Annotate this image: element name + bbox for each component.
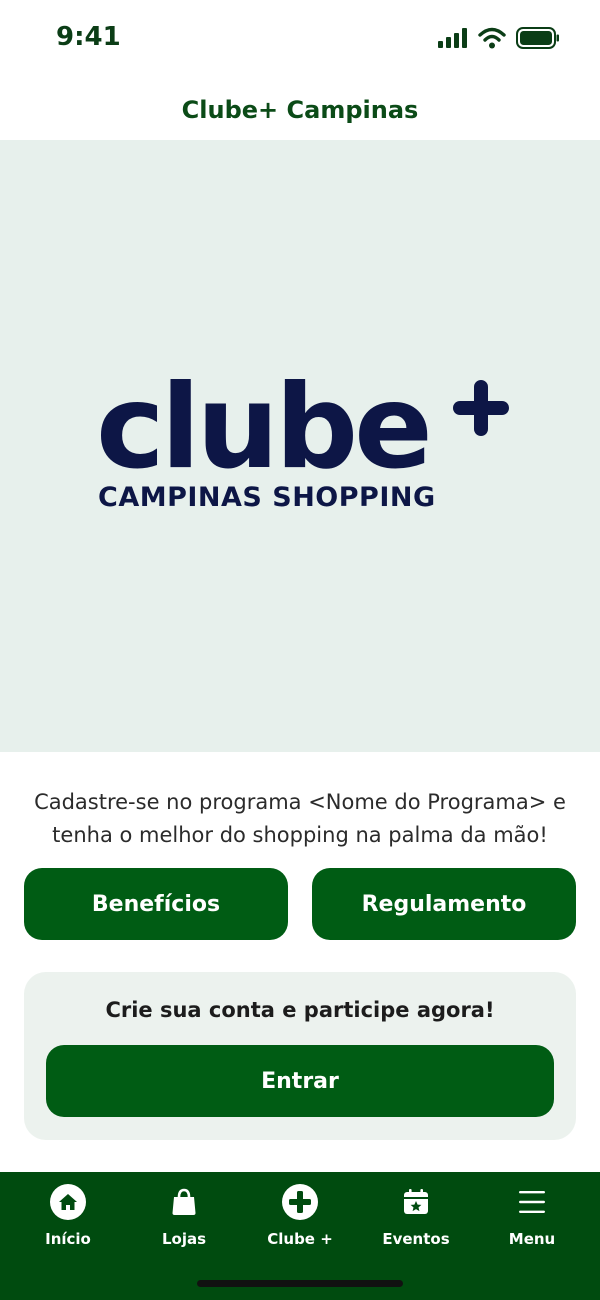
nav-label-eventos: Eventos: [382, 1230, 450, 1248]
home-icon: [48, 1182, 88, 1222]
plus-circle-icon: [280, 1182, 320, 1222]
calendar-star-icon: [396, 1182, 436, 1222]
nav-item-inicio[interactable]: Início: [10, 1172, 126, 1300]
clube-plus-logo: clube CAMPINAS SHOPPING: [96, 370, 509, 518]
nav-label-clube: Clube +: [267, 1230, 333, 1248]
nav-label-menu: Menu: [508, 1230, 556, 1248]
signal-icon: [438, 28, 468, 52]
signup-card: Crie sua conta e participe agora! Entrar: [24, 972, 576, 1140]
status-bar: 9:41: [0, 0, 600, 80]
home-indicator[interactable]: [197, 1280, 403, 1287]
page-title: Clube+ Campinas: [181, 96, 419, 124]
rules-button[interactable]: Regulamento: [312, 868, 576, 940]
battery-icon: [516, 27, 560, 53]
status-time: 9:41: [56, 22, 121, 52]
enter-button[interactable]: Entrar: [46, 1045, 554, 1117]
nav-item-menu[interactable]: Menu: [474, 1172, 590, 1300]
logo-subtitle: CAMPINAS SHOPPING: [98, 482, 436, 513]
benefits-button[interactable]: Benefícios: [24, 868, 288, 940]
logo-plus-icon: [453, 380, 509, 436]
wifi-icon: [478, 27, 506, 53]
status-icons: [438, 27, 560, 53]
signup-title: Crie sua conta e participe agora!: [105, 998, 495, 1022]
intro-text: Cadastre-se no programa <Nome do Program…: [34, 790, 566, 847]
app-header: Clube+ Campinas: [0, 80, 600, 140]
action-buttons: Benefícios Regulamento: [24, 868, 576, 940]
nav-label-lojas: Lojas: [161, 1230, 207, 1248]
logo-wordmark: clube: [96, 360, 433, 495]
nav-label-inicio: Início: [45, 1230, 91, 1248]
hamburger-menu-icon: [512, 1182, 552, 1222]
shopping-bag-icon: [164, 1182, 204, 1222]
